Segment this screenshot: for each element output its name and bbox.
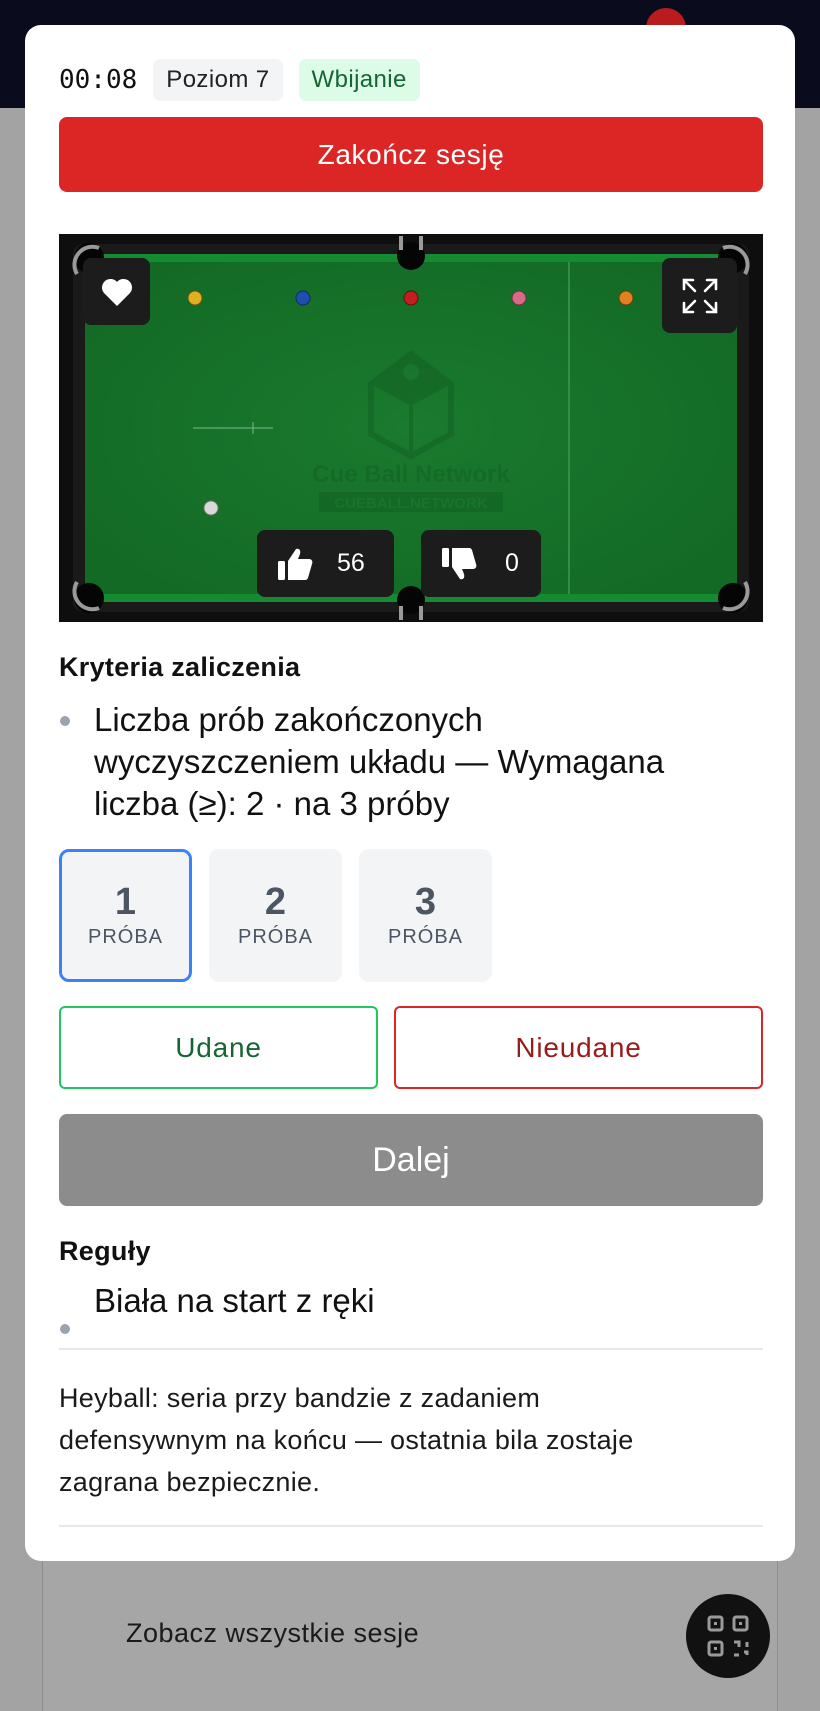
cue-ball — [203, 500, 219, 516]
fail-button[interactable]: Nieudane — [394, 1006, 763, 1089]
like-count: 56 — [337, 549, 365, 577]
ball-red — [403, 290, 419, 306]
dislike-button[interactable]: 0 — [421, 530, 541, 597]
all-sessions-link[interactable]: Zobacz wszystkie sesje — [126, 1618, 419, 1649]
criteria-item-line: wyczyszczeniem układu — Wymagana — [94, 743, 665, 780]
bullet-dot — [60, 716, 70, 726]
expand-icon — [682, 278, 717, 313]
description-line: zagrana bezpiecznie. — [59, 1467, 321, 1497]
attempt-number: 1 — [114, 881, 137, 923]
next-button[interactable]: Dalej — [59, 1114, 763, 1206]
bullet-dot — [60, 1324, 70, 1334]
qr-code-icon — [707, 1615, 749, 1657]
watermark-subtitle: CUEBALL.NETWORK — [334, 495, 487, 512]
criteria-item-line: liczba (≥): 2 · na 3 próby — [94, 785, 450, 822]
ball-blue — [295, 290, 311, 306]
criteria-item: Liczba prób zakończonych wyczyszczeniem … — [59, 699, 763, 825]
pool-table-svg: Cue Ball Network CUEBALL.NETWORK — [59, 234, 763, 622]
divider — [59, 1348, 763, 1350]
ball-pink — [511, 290, 527, 306]
criteria-item-line: Liczba prób zakończonych — [94, 701, 483, 738]
session-modal: 00:08 Poziom 7 Wbijanie Zakończ sesję Cu… — [25, 25, 795, 1561]
level-badge: Poziom 7 — [153, 59, 283, 101]
drill-type-badge: Wbijanie — [298, 59, 420, 101]
session-timer: 00:08 — [59, 65, 138, 95]
session-header: 00:08 Poziom 7 Wbijanie — [59, 59, 420, 101]
qr-code-button[interactable] — [686, 1594, 770, 1678]
rules-item: Biała na start z ręki — [59, 1282, 763, 1334]
success-button[interactable]: Udane — [59, 1006, 378, 1089]
divider — [59, 1525, 763, 1527]
end-session-button[interactable]: Zakończ sesję — [59, 117, 763, 192]
rules-item-text: Biała na start z ręki — [94, 1282, 375, 1319]
favorite-button[interactable] — [83, 258, 150, 325]
thumbs-up-icon — [278, 548, 313, 580]
fullscreen-button[interactable] — [662, 258, 737, 333]
ball-yellow — [187, 290, 203, 306]
pool-table-diagram: Cue Ball Network CUEBALL.NETWORK 56 0 — [59, 234, 763, 622]
description-line: Heyball: seria przy bandzie z zadaniem — [59, 1383, 541, 1413]
watermark-title: Cue Ball Network — [312, 461, 510, 488]
criteria-title: Kryteria zaliczenia — [59, 652, 301, 682]
attempt-number: 3 — [414, 881, 437, 923]
attempt-2-button[interactable]: 2 PRÓBA — [209, 849, 342, 982]
attempt-number: 2 — [264, 881, 287, 923]
rules-title: Reguły — [59, 1236, 151, 1266]
attempt-label: PRÓBA — [237, 926, 314, 948]
ball-orange — [618, 290, 634, 306]
drill-description: Heyball: seria przy bandzie z zadaniem d… — [59, 1377, 763, 1503]
attempt-1-button[interactable]: 1 PRÓBA — [59, 849, 192, 982]
attempt-label: PRÓBA — [387, 926, 464, 948]
heart-icon — [101, 278, 132, 306]
attempt-label: PRÓBA — [87, 926, 164, 948]
thumbs-down-icon — [442, 547, 477, 579]
description-line: defensywnym na końcu — ostatnia bila zos… — [59, 1425, 634, 1455]
dislike-count: 0 — [505, 549, 519, 577]
like-button[interactable]: 56 — [257, 530, 394, 597]
attempt-3-button[interactable]: 3 PRÓBA — [359, 849, 492, 982]
